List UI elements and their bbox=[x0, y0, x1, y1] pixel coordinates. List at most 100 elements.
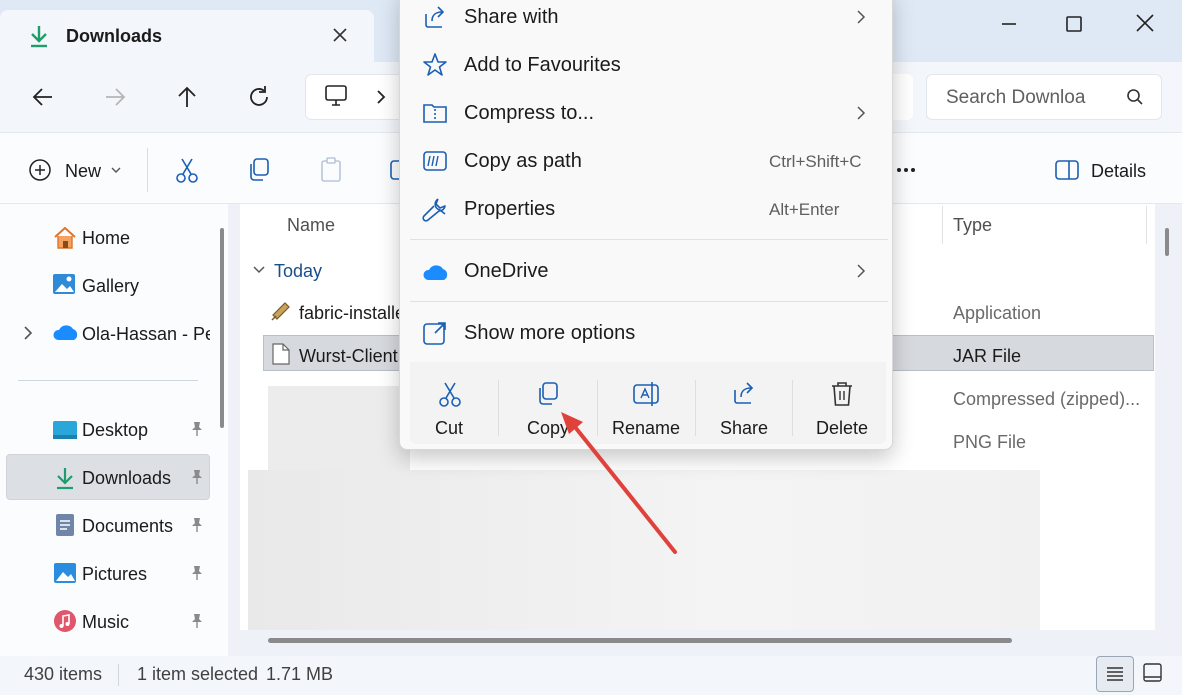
menu-item-add-to-favourites[interactable]: Add to Favourites bbox=[464, 54, 621, 77]
details-button[interactable]: Details bbox=[1091, 161, 1146, 182]
open-external-icon bbox=[422, 320, 448, 346]
forward-arrow-icon[interactable] bbox=[102, 84, 128, 110]
menu-item-compress-to[interactable]: Compress to... bbox=[464, 102, 594, 125]
menu-item-copy-as-path[interactable]: Copy as path bbox=[464, 150, 582, 173]
shortcut-copy-as-path: Ctrl+Shift+C bbox=[769, 152, 862, 171]
pin-icon bbox=[190, 469, 204, 485]
menu-separator bbox=[410, 239, 888, 240]
documents-folder-icon bbox=[55, 513, 75, 537]
download-arrow-icon bbox=[28, 24, 50, 48]
quick-delete-button[interactable]: Delete bbox=[797, 418, 887, 439]
file-type: JAR File bbox=[953, 346, 1022, 366]
file-type: Application bbox=[953, 303, 1042, 323]
sidebar-item-documents[interactable]: Documents bbox=[82, 516, 173, 537]
minimize-button[interactable] bbox=[994, 14, 1024, 34]
new-button[interactable]: New bbox=[65, 161, 101, 182]
pin-icon bbox=[190, 517, 204, 533]
submenu-chevron-icon bbox=[855, 263, 867, 279]
breadcrumb-chevron-icon[interactable] bbox=[374, 88, 388, 106]
tab-close-icon[interactable] bbox=[332, 27, 348, 43]
search-icon[interactable] bbox=[1126, 88, 1144, 106]
copy-icon bbox=[535, 380, 561, 408]
menu-item-onedrive[interactable]: OneDrive bbox=[464, 260, 548, 283]
quick-separator bbox=[695, 380, 696, 436]
music-folder-icon bbox=[53, 609, 77, 633]
vertical-scrollbar[interactable] bbox=[1165, 228, 1169, 256]
submenu-chevron-icon bbox=[855, 105, 867, 121]
menu-item-show-more-options[interactable]: Show more options bbox=[464, 322, 635, 345]
file-icon bbox=[272, 343, 290, 365]
zip-folder-icon bbox=[422, 100, 448, 126]
wrench-icon bbox=[422, 196, 448, 222]
horizontal-scrollbar[interactable] bbox=[268, 638, 1012, 643]
column-divider[interactable] bbox=[942, 206, 943, 244]
refresh-icon[interactable] bbox=[246, 84, 272, 110]
details-view-button[interactable] bbox=[1096, 656, 1134, 692]
sidebar-item-onedrive[interactable]: Ola-Hassan - Per bbox=[82, 324, 210, 345]
onedrive-cloud-icon bbox=[422, 262, 450, 282]
status-divider bbox=[118, 664, 119, 686]
quick-cut-button[interactable]: Cut bbox=[404, 418, 494, 439]
command-divider bbox=[147, 148, 148, 192]
sidebar-item-desktop[interactable]: Desktop bbox=[82, 420, 148, 441]
annotation-arrow bbox=[555, 408, 685, 558]
pin-icon bbox=[190, 613, 204, 629]
cut-icon bbox=[437, 380, 463, 408]
quick-separator bbox=[792, 380, 793, 436]
paste-icon[interactable] bbox=[318, 156, 344, 184]
downloads-folder-icon bbox=[54, 466, 76, 490]
status-size: 1.71 MB bbox=[266, 664, 334, 684]
star-icon bbox=[422, 52, 448, 78]
expand-chevron-icon[interactable] bbox=[22, 325, 34, 341]
onedrive-cloud-icon bbox=[52, 322, 80, 342]
sidebar-item-pictures[interactable]: Pictures bbox=[82, 564, 147, 585]
column-header-name[interactable]: Name bbox=[287, 215, 335, 236]
chevron-down-icon[interactable] bbox=[110, 165, 122, 175]
sidebar-divider bbox=[18, 380, 198, 381]
tab-title: Downloads bbox=[66, 26, 163, 46]
close-window-button[interactable] bbox=[1132, 10, 1158, 36]
group-chevron-icon[interactable] bbox=[252, 264, 266, 276]
copy-icon[interactable] bbox=[246, 156, 272, 184]
tiles-view-button[interactable] bbox=[1142, 662, 1164, 684]
status-selection: 1 item selected bbox=[137, 664, 259, 684]
file-type: Compressed (zipped)... bbox=[953, 389, 1141, 409]
cut-icon[interactable] bbox=[174, 156, 200, 184]
column-header-type[interactable]: Type bbox=[953, 215, 992, 236]
sidebar-item-gallery[interactable]: Gallery bbox=[82, 276, 139, 297]
column-divider[interactable] bbox=[1146, 206, 1147, 244]
status-item-count: 430 items bbox=[24, 664, 103, 684]
desktop-folder-icon bbox=[52, 419, 78, 441]
back-arrow-icon[interactable] bbox=[30, 84, 56, 110]
tab-downloads[interactable] bbox=[0, 10, 374, 62]
blurred-region bbox=[268, 386, 410, 472]
file-name[interactable]: fabric-installe bbox=[299, 303, 399, 324]
trash-icon bbox=[830, 380, 854, 408]
pictures-folder-icon bbox=[53, 562, 77, 584]
share-icon bbox=[422, 4, 448, 30]
file-name[interactable]: Wurst-Client bbox=[299, 346, 399, 367]
menu-item-share-with[interactable]: Share with bbox=[464, 6, 559, 29]
new-plus-icon[interactable] bbox=[28, 158, 52, 182]
gallery-icon bbox=[52, 273, 78, 297]
file-type: PNG File bbox=[953, 432, 1027, 452]
copy-path-icon bbox=[422, 150, 448, 172]
sidebar-scrollbar[interactable] bbox=[220, 228, 224, 428]
menu-separator bbox=[410, 301, 888, 302]
sidebar-item-home[interactable]: Home bbox=[82, 228, 130, 249]
quick-separator bbox=[498, 380, 499, 436]
menu-item-properties[interactable]: Properties bbox=[464, 198, 555, 221]
sidebar-item-downloads[interactable]: Downloads bbox=[82, 468, 171, 489]
address-bar[interactable] bbox=[305, 74, 405, 120]
search-input[interactable]: Search Downloa bbox=[946, 87, 1085, 109]
home-icon bbox=[52, 226, 78, 250]
rename-icon bbox=[632, 380, 660, 408]
pin-icon bbox=[190, 421, 204, 437]
more-options-icon[interactable] bbox=[896, 166, 916, 174]
details-pane-icon[interactable] bbox=[1054, 158, 1080, 182]
quick-share-button[interactable]: Share bbox=[699, 418, 789, 439]
sidebar-item-music[interactable]: Music bbox=[82, 612, 129, 633]
group-header-today[interactable]: Today bbox=[274, 261, 322, 282]
up-arrow-icon[interactable] bbox=[174, 84, 200, 110]
maximize-button[interactable] bbox=[1062, 12, 1086, 36]
